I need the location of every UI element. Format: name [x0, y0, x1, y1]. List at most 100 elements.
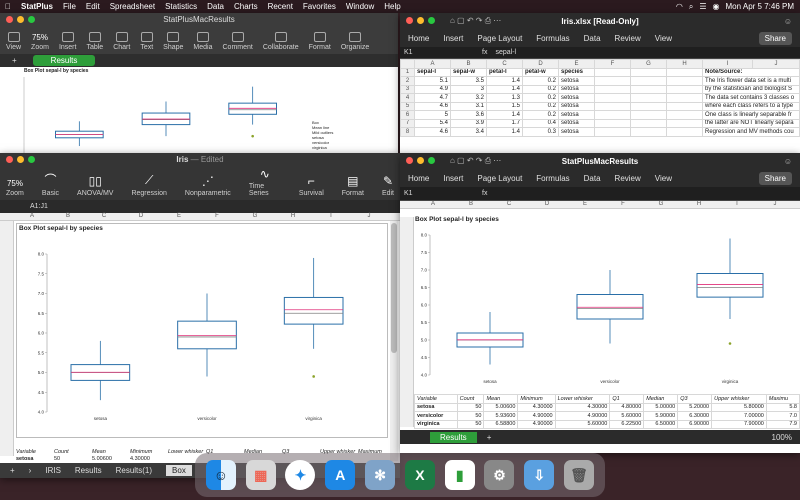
cell[interactable]: 4.90000 [517, 419, 556, 429]
row-header[interactable]: 2 [400, 76, 415, 86]
safari-icon[interactable]: ✦ [285, 460, 316, 490]
col-header[interactable]: H [680, 201, 718, 208]
zoom-dropdown[interactable]: 75% Zoom [31, 33, 49, 51]
cell[interactable]: 5 [414, 110, 451, 120]
menu-help[interactable]: Help [379, 2, 405, 11]
cell[interactable]: 3 [450, 84, 487, 94]
cell[interactable] [594, 84, 631, 94]
statplus-icon[interactable]: ✻ [365, 460, 396, 490]
siri-icon[interactable]: ◉ [713, 2, 720, 11]
cell[interactable] [666, 101, 703, 111]
zoom-dropdown[interactable]: 75% Zoom [6, 179, 24, 197]
clock[interactable]: Mon Apr 5 7:46 PM [726, 2, 794, 11]
cell[interactable]: 4.30000 [554, 402, 611, 412]
header-cell[interactable]: Lower whisker [554, 394, 611, 404]
launchpad-icon[interactable]: ▦ [245, 460, 276, 490]
header-cell[interactable]: Variable [16, 449, 54, 455]
tab-review[interactable]: Review [615, 174, 641, 183]
col-header[interactable]: E [160, 213, 198, 220]
cell[interactable]: 50 [456, 402, 485, 412]
tab-data[interactable]: Data [584, 174, 601, 183]
add-sheet-button[interactable]: + [487, 433, 492, 442]
col-header[interactable]: B [450, 59, 487, 69]
close-icon[interactable] [6, 16, 13, 23]
cell[interactable]: 3.9 [450, 118, 487, 128]
cell[interactable]: 4.9 [414, 84, 451, 94]
cell[interactable] [594, 127, 631, 137]
note-cell[interactable]: One class is linearly separable fr [702, 110, 800, 120]
format-button[interactable]: Format [309, 32, 331, 51]
name-box[interactable]: K1 [404, 49, 474, 56]
row-header[interactable]: 3 [400, 84, 415, 94]
add-sheet-button[interactable]: + [10, 466, 15, 475]
menu-favorites[interactable]: Favorites [298, 2, 341, 11]
survival-button[interactable]: ⌐ Survival [299, 174, 324, 197]
cell[interactable]: setosa [558, 76, 595, 86]
cell[interactable]: 5.00600 [92, 456, 130, 462]
cell[interactable]: sepal-w [450, 67, 487, 77]
header-cell[interactable]: Mean [92, 449, 130, 455]
tab-home[interactable]: Home [408, 34, 429, 43]
menu-file[interactable]: File [58, 2, 81, 11]
cell[interactable]: 3.4 [450, 127, 487, 137]
numbers-icon[interactable]: ▮ [444, 460, 475, 490]
cell[interactable]: 7.00000 [711, 411, 767, 421]
format-button[interactable]: ▤ Format [342, 174, 364, 197]
note-cell[interactable]: The data set contains 3 classes o [702, 93, 800, 103]
row-header[interactable]: 6 [400, 110, 415, 120]
corner-cell[interactable] [0, 213, 14, 220]
col-header[interactable]: G [630, 59, 667, 69]
cell[interactable]: 1.4 [486, 84, 523, 94]
cell[interactable]: 4.7 [414, 93, 451, 103]
cell[interactable] [594, 101, 631, 111]
cell[interactable]: 0.2 [522, 110, 559, 120]
tab-results-1[interactable]: Results(1) [116, 466, 152, 475]
cell[interactable]: 5.80000 [711, 402, 767, 412]
header-cell[interactable]: Minimum [130, 449, 168, 455]
cell[interactable]: 1.4 [486, 110, 523, 120]
share-button[interactable]: Share [758, 31, 792, 45]
menu-charts[interactable]: Charts [229, 2, 263, 11]
edit-button[interactable]: ✎ Edit [382, 174, 394, 197]
cell[interactable] [666, 84, 703, 94]
cell[interactable]: virginica [414, 419, 458, 429]
anova-button[interactable]: ▯▯ ANOVA/MV [77, 174, 113, 197]
cell[interactable] [666, 76, 703, 86]
account-icon[interactable]: ☺ [784, 157, 792, 166]
cell[interactable] [594, 110, 631, 120]
cell[interactable]: 0.4 [522, 118, 559, 128]
cell[interactable]: 0.2 [522, 93, 559, 103]
col-header[interactable]: G [236, 213, 274, 220]
tab-iris[interactable]: IRIS [45, 466, 61, 475]
cell[interactable]: 1.3 [486, 93, 523, 103]
cell[interactable]: setosa [558, 93, 595, 103]
row-header[interactable]: 1 [400, 67, 415, 77]
header-cell[interactable]: Count [456, 394, 485, 404]
tab-formulas[interactable]: Formulas [536, 34, 569, 43]
organize-button[interactable]: Organize [341, 32, 369, 51]
cell[interactable]: 4.6 [414, 101, 451, 111]
header-cell[interactable]: Count [54, 449, 92, 455]
col-header[interactable]: J [752, 59, 800, 69]
header-cell[interactable]: Q1 [609, 394, 645, 404]
col-header[interactable]: E [566, 201, 604, 208]
table-button[interactable]: Table [86, 32, 103, 51]
cell[interactable]: 50 [456, 411, 485, 421]
tab-page-layout[interactable]: Page Layout [477, 174, 522, 183]
row-header[interactable]: 5 [400, 101, 415, 111]
cell[interactable] [594, 93, 631, 103]
header-cell[interactable]: Median [643, 394, 679, 404]
cell[interactable]: setosa [558, 101, 595, 111]
row-header[interactable]: 4 [400, 93, 415, 103]
finder-icon[interactable]: ☺ [205, 460, 236, 490]
insert-button[interactable]: Insert [59, 32, 76, 51]
basic-button[interactable]: ⌒ Basic [42, 171, 59, 197]
cell[interactable] [666, 110, 703, 120]
tab-results[interactable]: Results [75, 466, 102, 475]
menu-window[interactable]: Window [341, 2, 379, 11]
menu-statistics[interactable]: Statistics [160, 2, 202, 11]
cell[interactable]: 50 [456, 419, 485, 429]
header-cell[interactable]: Upper whisker [711, 394, 767, 404]
cell[interactable]: 4.30000 [130, 456, 168, 462]
cell[interactable]: petal-w [522, 67, 559, 77]
